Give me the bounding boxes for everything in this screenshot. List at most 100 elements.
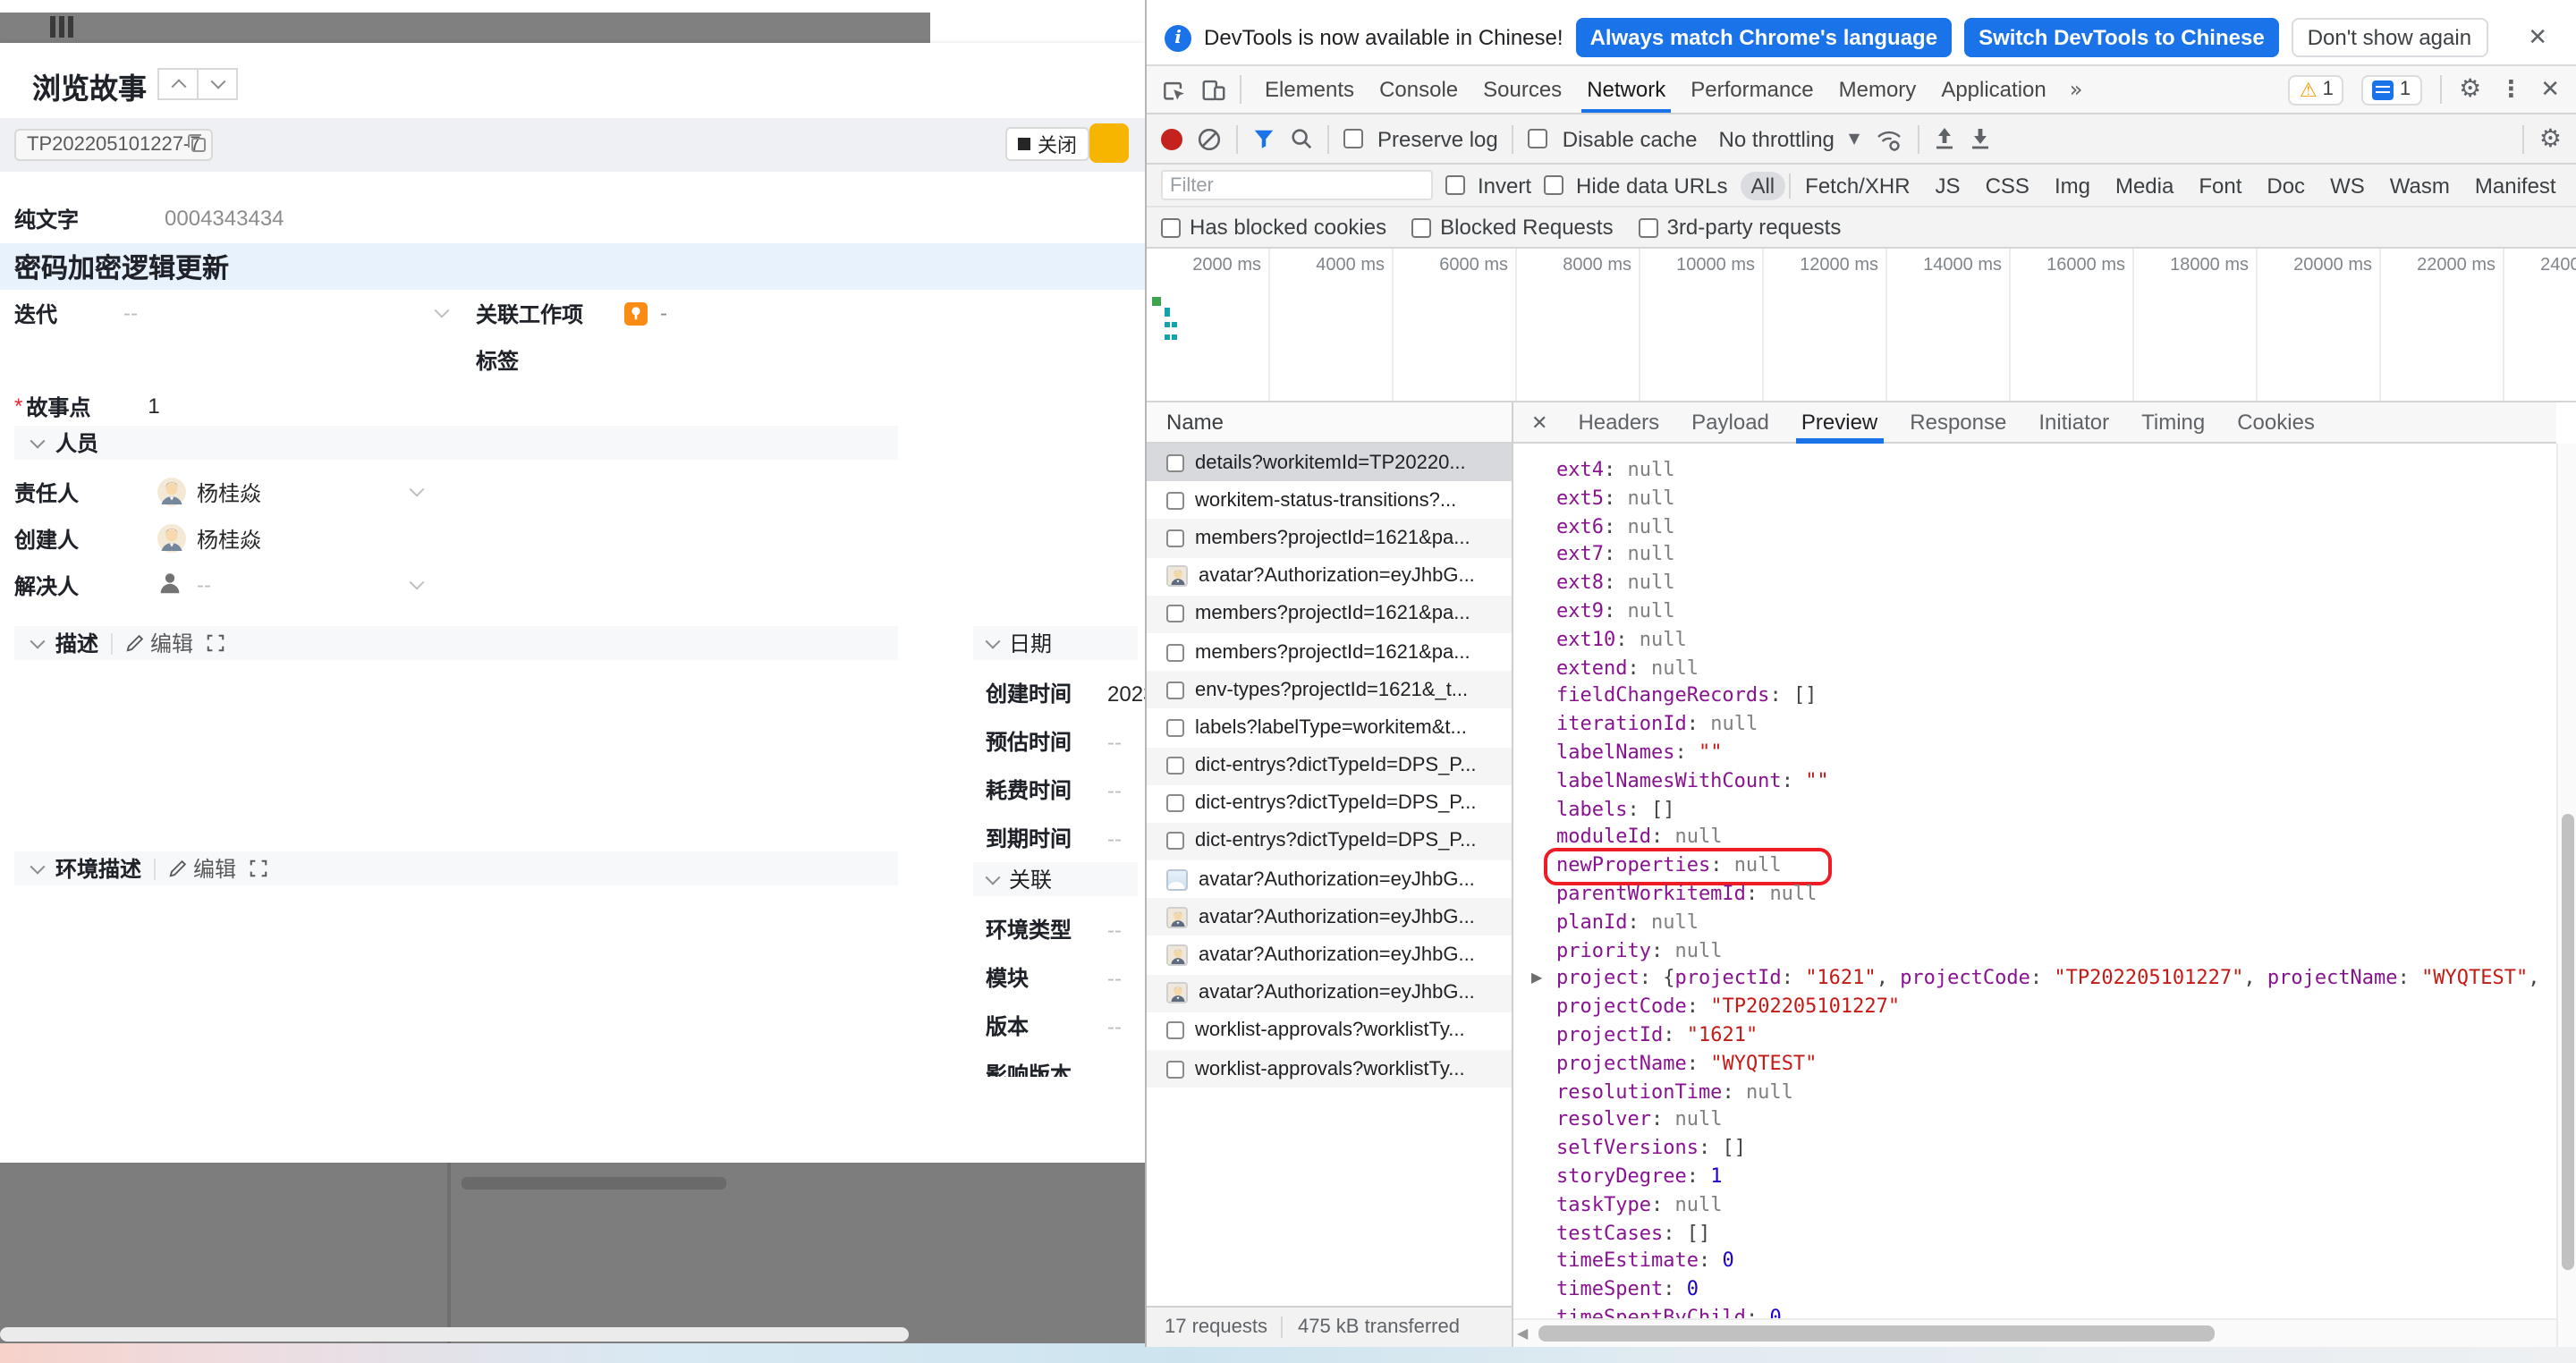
hide-data-urls-checkbox[interactable] [1544,175,1563,195]
detail-tab-payload[interactable]: Payload [1675,402,1785,443]
request-row[interactable]: details?workitemId=TP20220... [1147,444,1512,481]
person-value[interactable]: 杨桂焱 [197,523,261,554]
json-line-ext9[interactable]: ext9: null [1513,597,2556,626]
json-line-planId[interactable]: planId: null [1513,909,2556,937]
json-line-fieldChangeRecords[interactable]: fieldChangeRecords: [] [1513,682,2556,711]
invert-checkbox[interactable] [1445,175,1465,195]
person-value[interactable]: 杨桂焱 [197,477,261,507]
json-line-ext5[interactable]: ext5: null [1513,485,2556,513]
option-1[interactable]: Blocked Requests [1411,215,1613,240]
prev-story-button[interactable] [157,68,199,100]
request-row[interactable]: labels?labelType=workitem&t... [1147,709,1512,747]
request-row[interactable]: worklist-approvals?worklistTy... [1147,1012,1512,1050]
detail-tab-headers[interactable]: Headers [1562,402,1675,443]
json-line-ext7[interactable]: ext7: null [1513,541,2556,570]
disclosure-triangle-icon[interactable]: ▶ [1531,965,1542,994]
banner-close-icon[interactable]: ✕ [2528,24,2558,51]
chevron-down-icon[interactable] [410,575,425,590]
request-row[interactable]: avatar?Authorization=eyJhbG... [1147,860,1512,898]
json-line-iterationId[interactable]: iterationId: null [1513,710,2556,739]
throttling-select[interactable]: No throttling [1719,126,1835,151]
export-har-icon[interactable] [1969,127,1990,150]
filter-type-fetchxhr[interactable]: Fetch/XHR [1794,171,1920,199]
tab-sources[interactable]: Sources [1470,66,1574,113]
network-conditions-icon[interactable] [1874,126,1902,151]
network-timeline[interactable]: 2000 ms4000 ms6000 ms8000 ms10000 ms1200… [1147,249,2576,402]
json-line-selfVersions[interactable]: selfVersions: [] [1513,1134,2556,1163]
relations-section-header[interactable]: 关联 [973,862,1138,896]
tab-application[interactable]: Application [1928,66,2058,113]
device-toolbar-icon[interactable] [1197,76,1229,103]
page-hscrollbar[interactable] [0,1327,909,1342]
json-line-timeSpent[interactable]: timeSpent: 0 [1513,1275,2556,1304]
json-line-labels[interactable]: labels: [] [1513,795,2556,824]
dont-show-again-button[interactable]: Don't show again [2292,18,2487,57]
messages-badge[interactable]: 1 [2362,74,2421,105]
environment-section-header[interactable]: 环境描述 编辑 [14,851,898,885]
filter-type-manifest[interactable]: Manifest [2464,171,2567,199]
request-row[interactable]: members?projectId=1621&pa... [1147,520,1512,557]
tab-memory[interactable]: Memory [1826,66,1929,113]
name-column-header[interactable]: Name [1147,402,1513,444]
json-line-priority[interactable]: priority: null [1513,936,2556,965]
request-row[interactable]: members?projectId=1621&pa... [1147,633,1512,671]
chevron-down-icon[interactable] [435,303,450,318]
quick-action-button[interactable] [1089,123,1129,163]
checkbox-icon[interactable] [1161,217,1181,237]
json-line-storyDegree[interactable]: storyDegree: 1 [1513,1163,2556,1191]
gear-icon[interactable]: ⚙ [2459,75,2481,104]
detail-tab-initiator[interactable]: Initiator [2022,402,2125,443]
detail-tab-preview[interactable]: Preview [1785,402,1894,443]
search-icon[interactable] [1290,127,1313,150]
json-line-timeEstimate[interactable]: timeEstimate: 0 [1513,1248,2556,1276]
json-line-ext10[interactable]: ext10: null [1513,626,2556,655]
more-tabs-icon[interactable]: » [2059,77,2094,102]
clear-icon[interactable] [1197,126,1222,151]
switch-to-chinese-button[interactable]: Switch DevTools to Chinese [1964,18,2279,57]
request-row[interactable]: dict-entrys?dictTypeId=DPS_P... [1147,823,1512,860]
expand-icon[interactable] [249,859,268,878]
filter-type-js[interactable]: JS [1925,171,1971,199]
iteration-value[interactable]: -- [123,301,138,326]
vscrollbar-thumb[interactable] [2561,814,2573,1270]
json-line-projectName[interactable]: projectName: "WYQTEST" [1513,1049,2556,1078]
preview-hscrollbar[interactable]: ◀ [1513,1318,2556,1347]
description-section-header[interactable]: 描述 编辑 [14,626,898,660]
tab-performance[interactable]: Performance [1678,66,1826,113]
filter-type-doc[interactable]: Doc [2256,171,2316,199]
devtools-close-icon[interactable]: ✕ [2540,76,2560,103]
json-line-extend[interactable]: extend: null [1513,654,2556,682]
detail-close-icon[interactable]: ✕ [1521,411,1558,434]
person-value[interactable]: -- [197,572,211,597]
json-line-projectId[interactable]: projectId: "1621" [1513,1021,2556,1050]
preview-vscrollbar[interactable] [2556,444,2576,1347]
more-vert-icon[interactable]: ⋮ [2499,76,2522,103]
match-language-button[interactable]: Always match Chrome's language [1576,18,1953,57]
story-points-value[interactable]: 1 [148,394,159,419]
request-row[interactable]: env-types?projectId=1621&_t... [1147,671,1512,708]
chevron-down-icon[interactable]: ▼ [1849,131,1860,147]
description-edit-button[interactable]: 编辑 [125,628,193,658]
json-line-newProperties[interactable]: newProperties: null [1513,851,2556,880]
filter-type-media[interactable]: Media [2105,171,2184,199]
json-line-ext8[interactable]: ext8: null [1513,569,2556,597]
pin-badge-icon[interactable] [624,301,648,325]
filter-type-img[interactable]: Img [2044,171,2101,199]
option-0[interactable]: Has blocked cookies [1161,215,1386,240]
warnings-badge[interactable]: ⚠ 1 [2289,74,2344,105]
filter-type-other[interactable]: Other [2571,171,2576,199]
filter-type-ws[interactable]: WS [2319,171,2376,199]
request-row[interactable]: dict-entrys?dictTypeId=DPS_P... [1147,784,1512,822]
detail-tab-response[interactable]: Response [1894,402,2022,443]
scroll-left-icon[interactable]: ◀ [1517,1325,1528,1342]
filter-type-css[interactable]: CSS [1975,171,2040,199]
environment-edit-button[interactable]: 编辑 [168,853,236,884]
json-line-testCases[interactable]: testCases: [] [1513,1219,2556,1248]
network-settings-gear-icon[interactable]: ⚙ [2539,124,2562,153]
filter-type-wasm[interactable]: Wasm [2379,171,2461,199]
funnel-icon[interactable] [1252,127,1275,150]
inspect-icon[interactable] [1157,76,1190,103]
hscrollbar-thumb[interactable] [1538,1325,2215,1342]
chevron-down-icon[interactable] [410,482,425,497]
expand-icon[interactable] [206,633,225,653]
